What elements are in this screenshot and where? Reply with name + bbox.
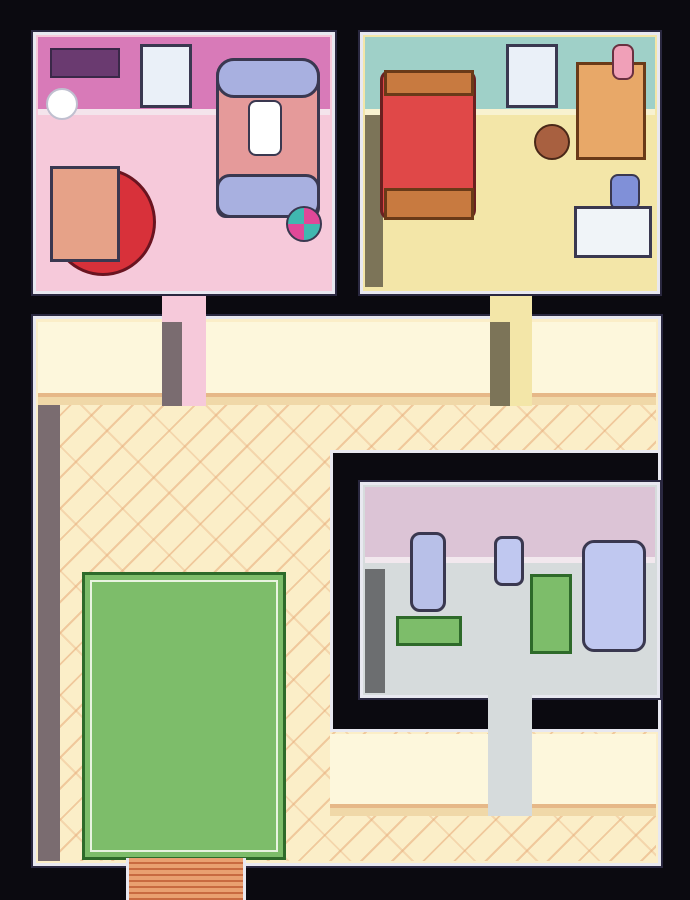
bathtub[interactable] bbox=[582, 540, 646, 652]
hall-wall-shadow bbox=[38, 405, 60, 861]
corridor-shadow bbox=[162, 322, 182, 406]
corridor-shadow bbox=[490, 322, 510, 406]
flower-plant bbox=[46, 88, 78, 120]
bath-mat bbox=[396, 616, 462, 646]
cat-plush[interactable] bbox=[248, 100, 282, 156]
bath-mat bbox=[530, 574, 572, 654]
window[interactable] bbox=[506, 44, 558, 108]
beach-ball[interactable] bbox=[286, 206, 322, 242]
bed-headboard bbox=[384, 70, 474, 96]
hall-wall-panel bbox=[532, 322, 656, 405]
bookshelf[interactable] bbox=[576, 62, 646, 160]
green-rug bbox=[82, 572, 286, 860]
stairs[interactable] bbox=[126, 858, 246, 900]
toilet[interactable] bbox=[410, 532, 446, 612]
wall-shadow bbox=[365, 569, 385, 693]
chair[interactable] bbox=[610, 174, 640, 210]
hall-wall-panel bbox=[38, 322, 162, 405]
pink-bunny-plush[interactable] bbox=[612, 44, 634, 80]
bed-headboard bbox=[216, 58, 320, 98]
wall-shelf bbox=[50, 48, 120, 78]
hall-wall-panel bbox=[532, 734, 656, 816]
desk[interactable] bbox=[50, 166, 120, 262]
sink[interactable] bbox=[494, 536, 524, 586]
bath-corridor[interactable] bbox=[488, 694, 532, 816]
hall-wall-panel bbox=[206, 322, 490, 405]
study-desk[interactable] bbox=[574, 206, 652, 258]
bed-footboard bbox=[384, 188, 474, 220]
window[interactable] bbox=[140, 44, 192, 108]
hall-wall-panel bbox=[330, 734, 488, 816]
floor-cushion[interactable] bbox=[534, 124, 570, 160]
